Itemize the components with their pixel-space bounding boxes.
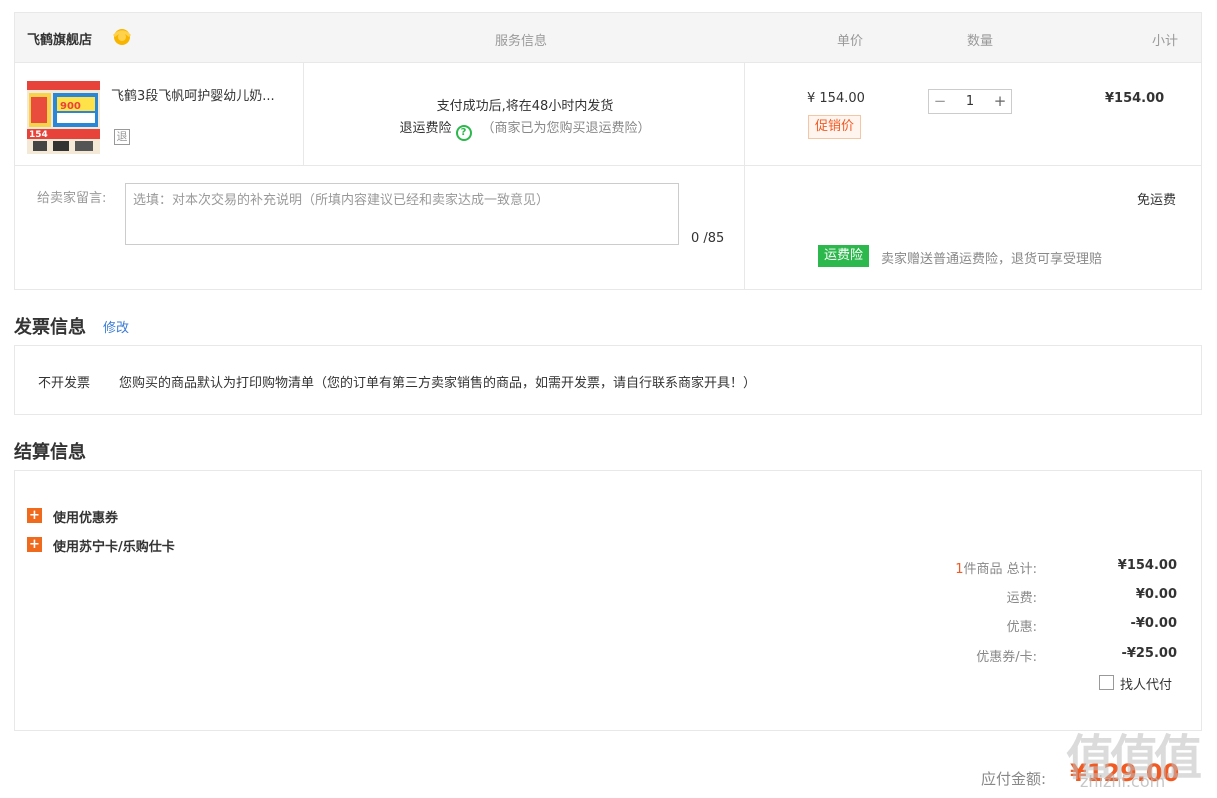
store-badge-icon: [112, 29, 132, 45]
order-box: 飞鹤旗舰店 服务信息 单价 数量 小计 900 154 飞鹤3段飞帆呵护婴幼儿奶…: [14, 12, 1202, 290]
coupon-card-label: 优惠券/卡:: [976, 650, 1037, 665]
message-placeholder: 选填：对本次交易的补充说明（所填内容建议已经和卖家达成一致意见）: [133, 193, 550, 208]
divider: [303, 63, 304, 166]
col-service: 服务信息: [495, 34, 548, 49]
qty-minus-button[interactable]: −: [929, 90, 951, 113]
invoice-description: 您购买的商品默认为打印购物清单（您的订单有第三方卖家销售的商品，如需开发票，请自…: [119, 376, 757, 391]
col-subtotal: 小计: [1152, 34, 1179, 49]
thumb-price-text: 154: [29, 130, 48, 140]
order-header: 飞鹤旗舰店 服务信息 单价 数量 小计: [15, 13, 1201, 63]
total-value: ¥154.00: [1117, 558, 1177, 573]
message-label: 给卖家留言:: [37, 191, 107, 206]
divider: [744, 166, 745, 290]
plus-icon[interactable]: +: [27, 537, 42, 552]
subtotal: ¥154.00: [1105, 91, 1165, 106]
product-image-icon: 900 154: [27, 81, 100, 154]
proxy-pay-checkbox[interactable]: [1099, 675, 1114, 690]
return-badge: 退: [114, 129, 130, 145]
discount-value: -¥0.00: [1130, 616, 1177, 631]
settlement-box: + 使用优惠券 + 使用苏宁卡/乐购仕卡 1件商品 总计: ¥154.00 运费…: [14, 470, 1202, 731]
free-shipping-text: 免运费: [1137, 193, 1177, 208]
product-title[interactable]: 飞鹤3段飞帆呵护婴幼儿奶...: [111, 85, 296, 104]
watermark-text: zhizhi.com: [1080, 772, 1166, 791]
shipping-insurance-badge: 运费险: [818, 245, 870, 267]
total-label-text: 件商品 总计:: [963, 562, 1037, 577]
settlement-title: 结算信息: [14, 442, 86, 463]
use-card-label[interactable]: 使用苏宁卡/乐购仕卡: [53, 536, 175, 555]
total-label: 1件商品 总计:: [955, 558, 1037, 577]
quantity-stepper: − 1 +: [928, 89, 1012, 114]
discount-label: 优惠:: [1006, 620, 1037, 635]
store-name[interactable]: 飞鹤旗舰店: [27, 29, 92, 48]
unit-price: ¥ 154.00: [807, 91, 865, 106]
product-thumbnail[interactable]: 900 154: [27, 81, 100, 154]
coupon-card-value: -¥25.00: [1121, 646, 1177, 661]
return-insurance-label: 退运费险: [399, 121, 452, 136]
return-insurance-line: 退运费险? （商家已为您购买退运费险）: [305, 117, 745, 141]
shipping-fee-value: ¥0.00: [1135, 587, 1177, 602]
invoice-type: 不开发票: [38, 376, 91, 391]
ship-text: 支付成功后,将在48小时内发货: [436, 99, 614, 114]
quantity-input[interactable]: 1: [951, 90, 989, 113]
message-char-count: 0 /85: [691, 231, 725, 246]
invoice-box: 不开发票 您购买的商品默认为打印购物清单（您的订单有第三方卖家销售的商品，如需开…: [14, 345, 1202, 415]
proxy-pay-label[interactable]: 找人代付: [1120, 674, 1172, 693]
col-quantity: 数量: [967, 34, 994, 49]
shipping-fee-label: 运费:: [1006, 591, 1037, 606]
message-textarea[interactable]: 选填：对本次交易的补充说明（所填内容建议已经和卖家达成一致意见）: [125, 183, 679, 245]
plus-icon[interactable]: +: [27, 508, 42, 523]
promo-badge: 促销价: [808, 115, 862, 139]
product-row: 900 154 飞鹤3段飞帆呵护婴幼儿奶... 退 支付成功后,将在48小时内发…: [15, 63, 1201, 166]
thumb-badge-text: 900: [60, 101, 81, 112]
invoice-edit-link[interactable]: 修改: [103, 317, 129, 336]
invoice-title: 发票信息: [14, 317, 86, 338]
help-icon[interactable]: ?: [455, 125, 472, 141]
qty-plus-button[interactable]: +: [989, 90, 1011, 113]
shipping-insurance-desc: 卖家赠送普通运费险，退货可享受理赔: [881, 252, 1103, 267]
use-coupon-label[interactable]: 使用优惠券: [53, 507, 118, 526]
amount-due-label: 应付金额:: [981, 770, 1047, 788]
col-unit-price: 单价: [837, 34, 864, 49]
divider: [744, 63, 745, 166]
return-insurance-note: （商家已为您购买退运费险）: [481, 121, 651, 136]
